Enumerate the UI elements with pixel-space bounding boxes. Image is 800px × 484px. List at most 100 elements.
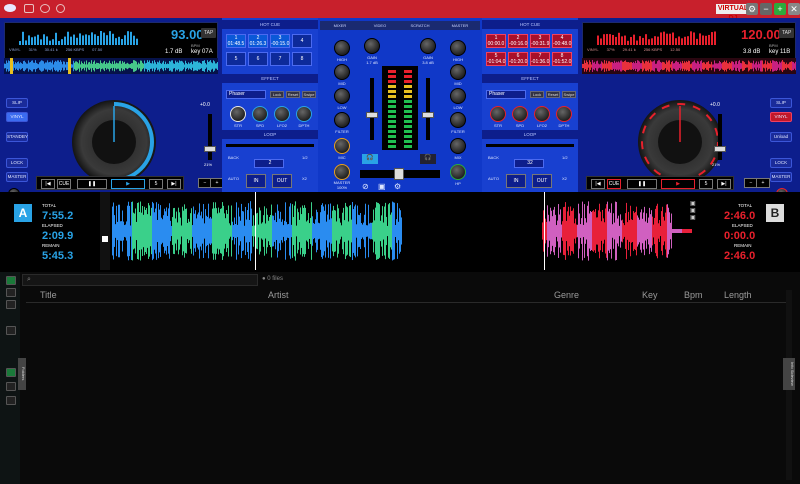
- mixer-b-filter-knob[interactable]: [450, 112, 466, 128]
- search-input[interactable]: [37, 276, 247, 284]
- mixer-a-headphone-icon[interactable]: 🎧: [362, 154, 378, 164]
- mixer-b-mid-knob[interactable]: [450, 64, 466, 80]
- deck-b-cue-button[interactable]: CUE: [607, 179, 621, 189]
- mixer-b-gain-knob[interactable]: [420, 38, 436, 54]
- panel-a-hotcue-1[interactable]: 1 01:48.5: [226, 34, 246, 48]
- panel-a-effect-reset[interactable]: Reset: [286, 91, 300, 98]
- panel-b-hotcue-2[interactable]: 2 -00:16.0: [508, 34, 528, 48]
- panel-b-hotcue-7[interactable]: 7 -01:36.0: [530, 52, 550, 66]
- deck-a-pitch-slider[interactable]: [204, 146, 216, 152]
- panel-b-loop-auto[interactable]: AUTO: [488, 176, 499, 181]
- record-icon[interactable]: [40, 4, 50, 13]
- waveform-display[interactable]: [112, 192, 692, 270]
- panel-b-fx-spd-knob[interactable]: [512, 106, 528, 122]
- panel-b-loop-out[interactable]: OUT: [532, 174, 552, 188]
- panel-a-fx-lfo-knob[interactable]: [274, 106, 290, 122]
- column-bpm[interactable]: Bpm: [684, 290, 703, 300]
- layout-icon[interactable]: [24, 4, 34, 13]
- column-genre[interactable]: Genre: [554, 290, 579, 300]
- panel-a-hotcue-8[interactable]: 8: [292, 52, 312, 66]
- mixer-sync-icon[interactable]: ⊘: [362, 182, 369, 191]
- mixer-a-volume-fader[interactable]: [366, 112, 378, 118]
- panel-a-loop-in[interactable]: IN: [246, 174, 266, 188]
- close-button[interactable]: ✕: [788, 3, 800, 15]
- deck-b-loop-length[interactable]: 5: [699, 179, 713, 189]
- info-sideview-tab[interactable]: Info Sideview: [783, 358, 795, 390]
- panel-a-fx-dpth-knob[interactable]: [296, 106, 312, 122]
- tab-video[interactable]: VIDEO: [360, 21, 400, 30]
- mixer-a-gain-knob[interactable]: [364, 38, 380, 54]
- mixer-b-volume-track[interactable]: [426, 78, 430, 140]
- column-length[interactable]: Length: [724, 290, 752, 300]
- column-key[interactable]: Key: [642, 290, 658, 300]
- panel-a-hotcue-4[interactable]: 4: [292, 34, 312, 48]
- panel-b-loop-in[interactable]: IN: [506, 174, 526, 188]
- panel-b-effect-select[interactable]: Phaser: [486, 90, 526, 99]
- panel-a-loop-size[interactable]: 2: [254, 159, 284, 168]
- panel-a-loop-auto[interactable]: AUTO: [228, 176, 239, 181]
- deck-a-play-button[interactable]: ▶: [111, 179, 145, 189]
- mixer-hp-knob[interactable]: [450, 164, 466, 180]
- deck-b-pitch-plus[interactable]: +: [756, 178, 770, 188]
- minimize-button[interactable]: −: [760, 3, 772, 15]
- mixer-b-high-knob[interactable]: [450, 40, 466, 56]
- waveform-zoom-icons[interactable]: ▣ ▣ ▣: [690, 200, 696, 221]
- panel-b-effect-swipe[interactable]: Swipe: [562, 91, 576, 98]
- deck-b-pitch-slider[interactable]: [714, 146, 726, 152]
- deck-a-tap-button[interactable]: TAP: [201, 28, 217, 38]
- deck-a-slip-button[interactable]: SLIP: [6, 98, 28, 108]
- deck-b-master-button[interactable]: MASTER: [770, 172, 792, 182]
- deck-a-overview-waveform[interactable]: [4, 58, 218, 74]
- panel-a-loop-out[interactable]: OUT: [272, 174, 292, 188]
- tab-mixer[interactable]: MIXER: [320, 21, 360, 30]
- browser-list-icon[interactable]: [6, 396, 16, 405]
- panel-b-fx-str-knob[interactable]: [490, 106, 506, 122]
- panel-b-loop-size[interactable]: 32: [514, 159, 544, 168]
- deck-a-waveform-slider[interactable]: [100, 192, 110, 270]
- panel-b-hotcue-6[interactable]: 6 -01:20.0: [508, 52, 528, 66]
- mixer-a-filter-knob[interactable]: [334, 112, 350, 128]
- panel-b-hotcue-4[interactable]: 4 -00:48.0: [552, 34, 572, 48]
- browser-mic-icon[interactable]: [6, 382, 16, 391]
- panel-b-hotcue-8[interactable]: 8 -01:52.0: [552, 52, 572, 66]
- mixer-master-knob[interactable]: [334, 164, 350, 180]
- panel-b-hotcue-5[interactable]: 5 -01:04.0: [486, 52, 506, 66]
- maximize-button[interactable]: +: [774, 3, 786, 15]
- mixer-b-low-knob[interactable]: [450, 88, 466, 104]
- panel-b-loop-x2[interactable]: X2: [562, 176, 567, 181]
- browser-sampler-icon[interactable]: [6, 368, 16, 377]
- panel-a-effect-lock[interactable]: Lock: [270, 91, 284, 98]
- mixer-mix-knob[interactable]: [450, 138, 466, 154]
- deck-b-pitch-track[interactable]: [718, 114, 722, 160]
- panel-a-hotcue-3[interactable]: 3 -00:15.0: [270, 34, 290, 48]
- broadcast-icon[interactable]: [56, 4, 65, 13]
- column-title[interactable]: Title: [40, 290, 57, 300]
- deck-b-overview-waveform[interactable]: [582, 58, 796, 74]
- search-box[interactable]: ⌕: [22, 274, 258, 286]
- panel-a-effect-swipe[interactable]: Swipe: [302, 91, 316, 98]
- mixer-a-mid-knob[interactable]: [334, 64, 350, 80]
- deck-b-unload-button[interactable]: Unload: [770, 132, 792, 142]
- browser-filter-icon[interactable]: [6, 300, 16, 309]
- panel-b-hotcue-3[interactable]: 3 -00:31.9: [530, 34, 550, 48]
- browser-back-icon[interactable]: [6, 326, 16, 335]
- panel-a-fx-str-knob[interactable]: [230, 106, 246, 122]
- deck-a-cue-button[interactable]: CUE: [57, 179, 71, 189]
- deck-b-vinyl-button[interactable]: VINYL: [770, 112, 792, 122]
- mixer-record-icon[interactable]: ▣: [378, 182, 386, 191]
- deck-b-play-button[interactable]: ▶: [661, 179, 695, 189]
- panel-a-hotcue-2[interactable]: 2 01:26.3: [248, 34, 268, 48]
- mixer-b-headphone-icon[interactable]: 🎧: [420, 154, 436, 164]
- deck-a-pitch-track[interactable]: [208, 114, 212, 160]
- panel-b-fx-lfo-knob[interactable]: [534, 106, 550, 122]
- deck-a-jog-wheel[interactable]: [72, 100, 156, 184]
- deck-a-standby-button[interactable]: STANDBY: [6, 132, 28, 142]
- panel-b-effect-lock[interactable]: Lock: [530, 91, 544, 98]
- panel-b-effect-reset[interactable]: Reset: [546, 91, 560, 98]
- deck-a-prev-button[interactable]: |◀: [41, 179, 55, 189]
- mixer-b-volume-fader[interactable]: [422, 112, 434, 118]
- deck-b-jog-wheel[interactable]: [638, 100, 722, 184]
- deck-a-lock-button[interactable]: LOCK: [6, 158, 28, 168]
- deck-a-loop-length[interactable]: 5: [149, 179, 163, 189]
- tab-master[interactable]: MASTER: [440, 21, 480, 30]
